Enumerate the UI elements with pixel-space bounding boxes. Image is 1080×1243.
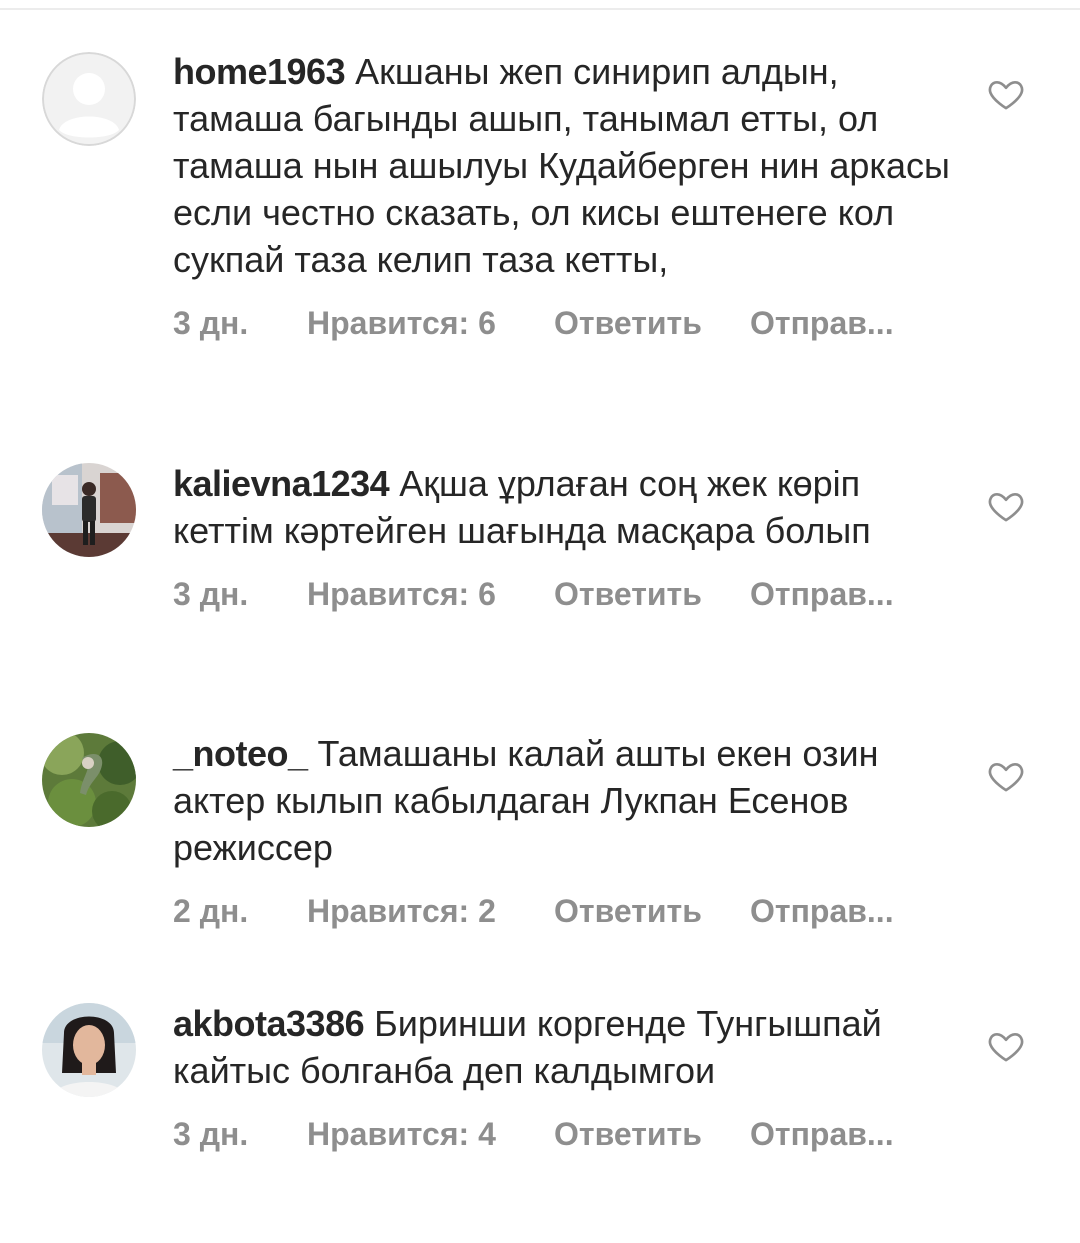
likes-count[interactable]: Нравится: 2 [307, 893, 496, 930]
heart-icon[interactable] [986, 1026, 1026, 1066]
comment-username[interactable]: home1963 [173, 51, 346, 92]
comment-time: 3 дн. [173, 576, 249, 612]
reply-button[interactable]: Ответить [554, 305, 702, 342]
send-button[interactable]: Отправ... [750, 576, 894, 613]
heart-icon[interactable] [986, 74, 1026, 114]
comment-text: akbota3386 Биринши коргенде Тунгышпай кай… [173, 1000, 963, 1094]
likes-count[interactable]: Нравится: 4 [307, 1116, 496, 1153]
comment-text: _noteo_ Тамашаны калай ашты екен озин акт… [173, 730, 963, 871]
send-button[interactable]: Отправ... [750, 1116, 894, 1153]
comment-time: 3 дн. [173, 305, 249, 341]
top-divider [0, 8, 1080, 10]
comment-text: home1963 Акшаны жеп синирип алдын, тамаша… [173, 48, 963, 283]
comment-time: 2 дн. [173, 893, 249, 929]
avatar[interactable] [42, 1003, 136, 1097]
comment-actions: 3 дн. Нравится: 6 Ответить Отправ... [173, 576, 963, 616]
reply-button[interactable]: Ответить [554, 576, 702, 613]
send-button[interactable]: Отправ... [750, 893, 894, 930]
comment-actions: 3 дн. Нравится: 4 Ответить Отправ... [173, 1116, 963, 1156]
comment-time: 3 дн. [173, 1116, 249, 1152]
comment-actions: 3 дн. Нравится: 6 Ответить Отправ... [173, 305, 963, 345]
comment-actions: 2 дн. Нравится: 2 Ответить Отправ... [173, 893, 963, 933]
likes-count[interactable]: Нравится: 6 [307, 305, 496, 342]
heart-icon[interactable] [986, 486, 1026, 526]
reply-button[interactable]: Ответить [554, 1116, 702, 1153]
likes-count[interactable]: Нравится: 6 [307, 576, 496, 613]
comment-username[interactable]: kalievna1234 [173, 463, 390, 504]
comment-username[interactable]: akbota3386 [173, 1003, 365, 1044]
send-button[interactable]: Отправ... [750, 305, 894, 342]
avatar-placeholder[interactable] [42, 52, 136, 146]
heart-icon[interactable] [986, 756, 1026, 796]
comment-username[interactable]: _noteo_ [173, 733, 308, 774]
comment-text: kalievna1234 Ақша ұрлаған соң жек көріп к… [173, 460, 963, 554]
avatar[interactable] [42, 733, 136, 827]
reply-button[interactable]: Ответить [554, 893, 702, 930]
avatar[interactable] [42, 463, 136, 557]
